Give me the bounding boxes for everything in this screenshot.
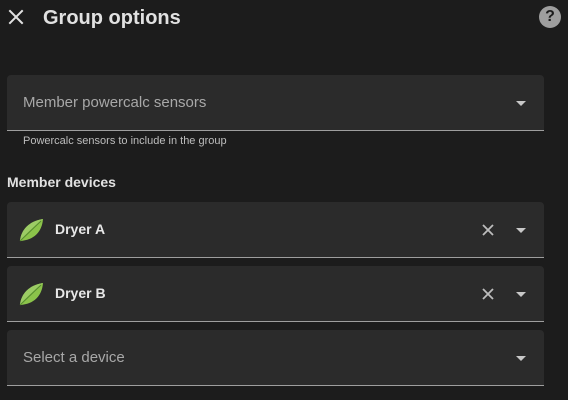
member-devices-label: Member devices bbox=[7, 174, 116, 190]
close-button[interactable] bbox=[4, 5, 28, 29]
device-name: Dryer B bbox=[55, 285, 106, 301]
device-name: Dryer A bbox=[55, 221, 106, 237]
device-picker-dryer-b[interactable]: Dryer B bbox=[7, 266, 544, 322]
clear-icon[interactable] bbox=[480, 286, 496, 302]
help-icon[interactable]: ? bbox=[539, 6, 561, 28]
select-device-picker[interactable]: Select a device bbox=[7, 330, 544, 386]
dialog-title: Group options bbox=[43, 7, 181, 29]
member-powercalc-sensors-label: Member powercalc sensors bbox=[23, 94, 207, 111]
close-icon bbox=[8, 9, 24, 25]
group-options-dialog: Group options ? Member powercalc sensors… bbox=[0, 0, 568, 400]
chevron-down-icon[interactable] bbox=[516, 101, 526, 106]
chevron-down-icon[interactable] bbox=[516, 356, 526, 361]
clear-icon[interactable] bbox=[480, 222, 496, 238]
select-device-placeholder: Select a device bbox=[23, 349, 125, 366]
dialog-header: Group options ? bbox=[0, 0, 568, 36]
member-powercalc-sensors-helper: Powercalc sensors to include in the grou… bbox=[23, 135, 227, 147]
member-powercalc-sensors-select[interactable]: Member powercalc sensors bbox=[7, 75, 544, 131]
device-picker-dryer-a[interactable]: Dryer A bbox=[7, 202, 544, 258]
chevron-down-icon[interactable] bbox=[516, 292, 526, 297]
leaf-icon bbox=[19, 219, 43, 242]
leaf-icon bbox=[19, 283, 43, 306]
chevron-down-icon[interactable] bbox=[516, 228, 526, 233]
